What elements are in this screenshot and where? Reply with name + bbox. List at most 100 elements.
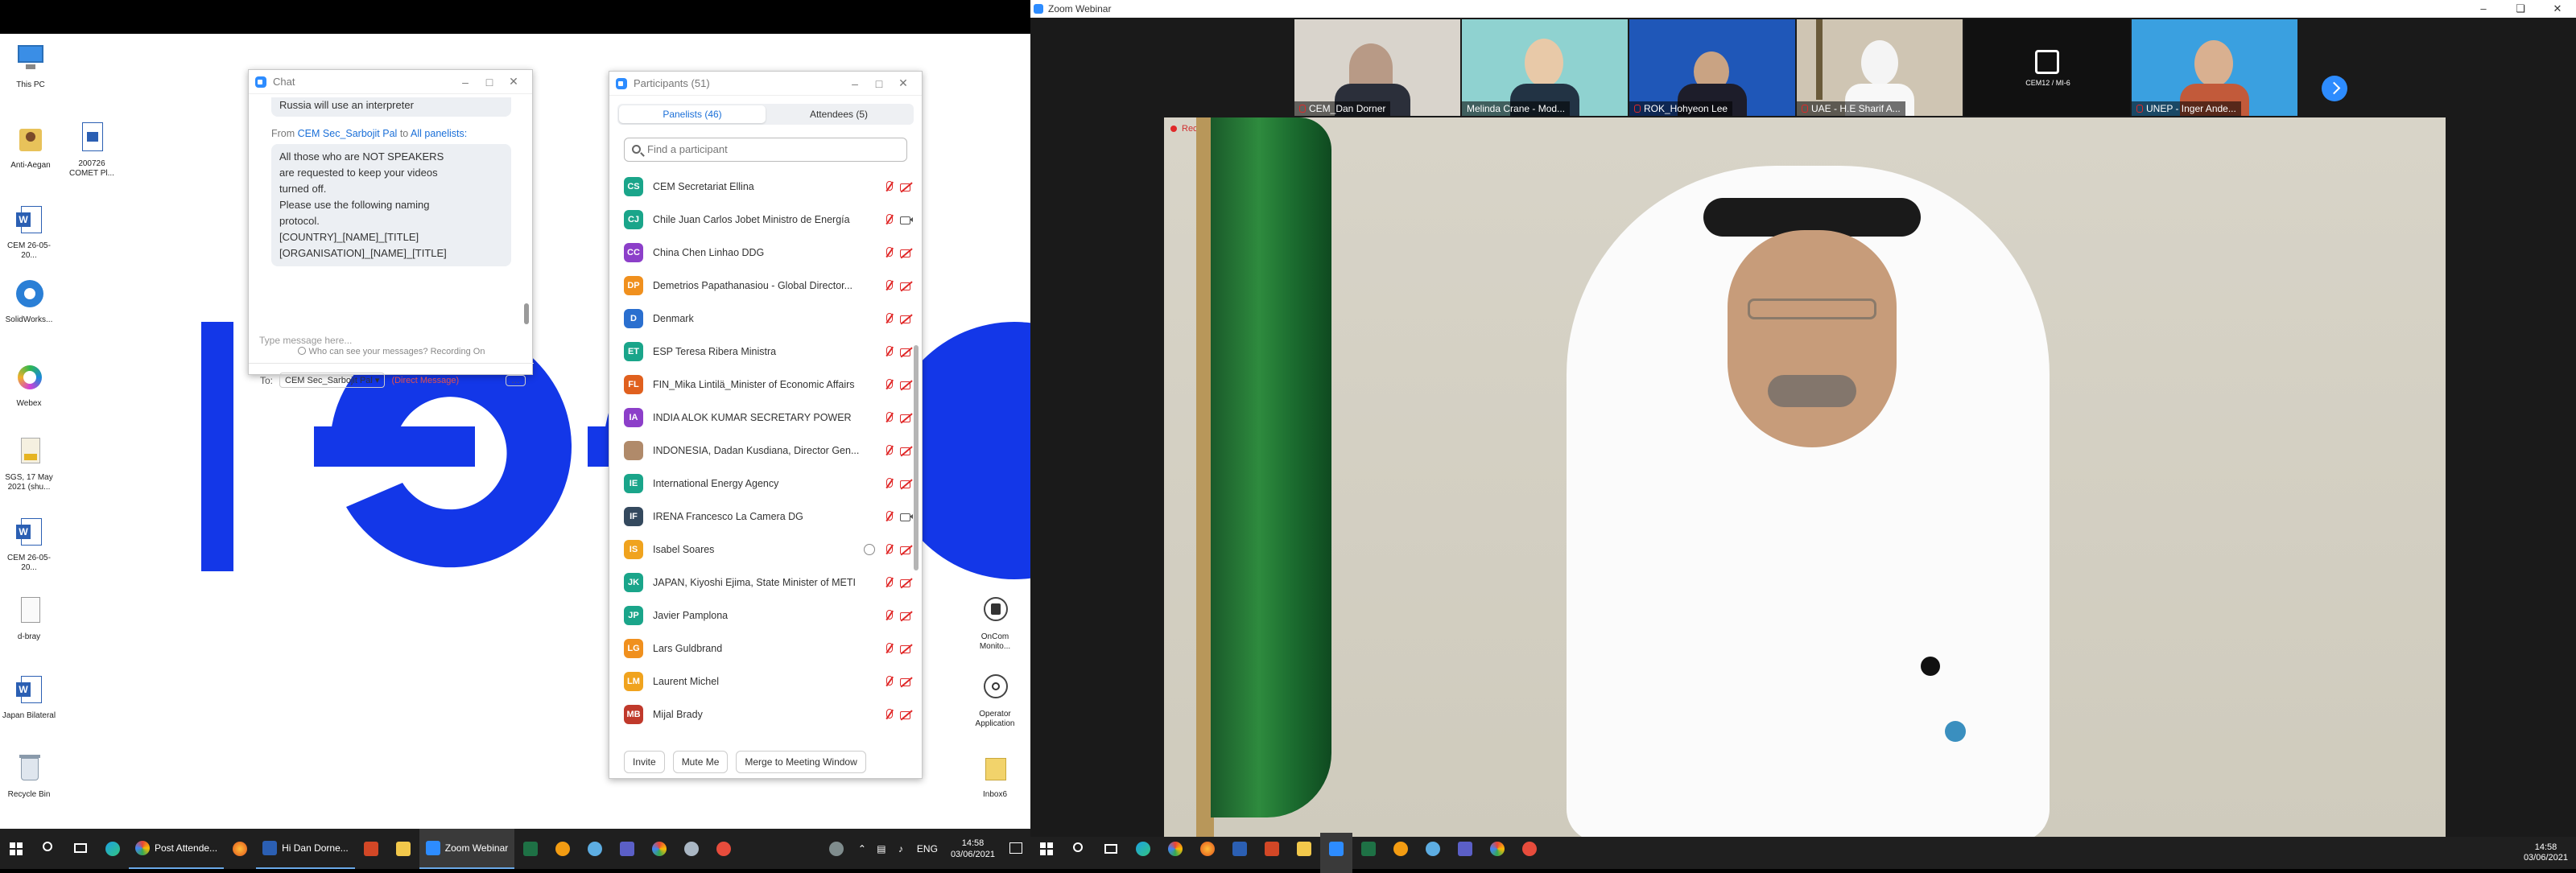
chat-message-input[interactable]: Type message here... xyxy=(259,335,352,346)
desktop-icon-cem-doc-2[interactable]: W CEM 26-05-20... xyxy=(0,515,58,573)
file-explorer-icon[interactable] xyxy=(387,829,419,869)
close-icon[interactable]: ✕ xyxy=(502,75,526,89)
video-off-icon[interactable] xyxy=(899,378,914,391)
participant-row[interactable]: CS CEM Secretariat Ellina xyxy=(624,170,914,203)
minimize-icon[interactable]: – xyxy=(2465,0,2502,18)
mic-off-icon[interactable] xyxy=(883,312,894,325)
excel-icon[interactable] xyxy=(1352,833,1385,873)
zoom-titlebar[interactable]: Zoom Webinar – ❏ ✕ xyxy=(1030,0,2576,18)
chrome-icon[interactable] xyxy=(643,829,675,869)
video-off-icon[interactable] xyxy=(899,477,914,490)
video-off-icon[interactable] xyxy=(899,444,914,457)
video-off-icon[interactable] xyxy=(899,312,914,325)
video-thumbnail[interactable]: CEM_Dan Dorner xyxy=(1294,19,1460,116)
people-icon[interactable] xyxy=(820,829,852,869)
participant-row[interactable]: INDONESIA, Dadan Kusdiana, Director Gen.… xyxy=(624,434,914,467)
search-icon[interactable] xyxy=(32,829,64,869)
chat-messages[interactable]: Russia will use an interpreter From CEM … xyxy=(249,94,522,344)
mic-off-icon[interactable] xyxy=(883,543,894,556)
tab-attendees[interactable]: Attendees (5) xyxy=(766,105,912,123)
participants-scrollbar[interactable] xyxy=(914,168,919,731)
notification-icon[interactable] xyxy=(1001,829,1030,869)
edge-icon[interactable] xyxy=(97,829,129,869)
desktop-icon-operator-application[interactable]: Operator Application xyxy=(966,671,1024,729)
snip-icon[interactable] xyxy=(675,829,708,869)
maximize-icon[interactable]: □ xyxy=(867,77,891,90)
video-off-icon[interactable] xyxy=(899,609,914,622)
mic-off-icon[interactable] xyxy=(883,213,894,226)
desktop-icon-inbox6[interactable]: Inbox6 xyxy=(966,752,1024,800)
video-off-icon[interactable] xyxy=(899,675,914,688)
desktop-icon-cem-doc-1[interactable]: W CEM 26-05-20... xyxy=(0,203,58,261)
file-explorer-icon[interactable] xyxy=(1288,833,1320,873)
taskbar-app-word[interactable]: Hi Dan Dorne... xyxy=(256,829,355,869)
zoom-icon[interactable] xyxy=(1320,833,1352,873)
mic-off-icon[interactable] xyxy=(883,576,894,589)
chrome-icon[interactable] xyxy=(1159,833,1191,873)
mic-off-icon[interactable] xyxy=(883,477,894,490)
next-page-arrow-icon[interactable] xyxy=(2322,76,2347,101)
screenshot-tool-icon[interactable] xyxy=(1513,833,1546,873)
video-off-icon[interactable] xyxy=(899,576,914,589)
participant-row[interactable]: IE International Energy Agency xyxy=(624,467,914,500)
mic-off-icon[interactable] xyxy=(883,378,894,391)
mic-off-icon[interactable] xyxy=(883,444,894,457)
video-off-icon[interactable] xyxy=(899,411,914,424)
video-thumbnail[interactable]: CEM12 / MI-6 xyxy=(1964,19,2130,116)
teams-icon[interactable] xyxy=(611,829,643,869)
desktop-icon-japan-bilateral[interactable]: W Japan Bilateral xyxy=(0,673,58,721)
taskbar-clock[interactable]: 14:58 03/06/2021 xyxy=(944,838,1001,860)
task-view-icon[interactable] xyxy=(1095,833,1127,873)
mic-off-icon[interactable] xyxy=(883,411,894,424)
invite-button[interactable]: Invite xyxy=(624,751,665,773)
chevron-up-icon[interactable]: ⌃ xyxy=(852,843,872,854)
video-off-icon[interactable] xyxy=(899,642,914,655)
participant-list[interactable]: CS CEM Secretariat Ellina CJ Chile Juan Car… xyxy=(624,170,914,733)
participant-row[interactable]: JK JAPAN, Kiyoshi Ejima, State Minister o… xyxy=(624,566,914,599)
minimize-icon[interactable]: – xyxy=(453,76,477,89)
mic-off-icon[interactable] xyxy=(883,675,894,688)
video-thumbnail[interactable]: Melinda Crane - Mod... xyxy=(1462,19,1628,116)
desktop-icon-solidworks[interactable]: SolidWorks... xyxy=(0,277,58,325)
desktop-icon-anti-aegan[interactable]: Anti-Aegan xyxy=(2,122,60,171)
scroll-thumb[interactable] xyxy=(914,345,919,570)
language-indicator[interactable]: ENG xyxy=(910,843,944,854)
task-view-icon[interactable] xyxy=(64,829,97,869)
desktop-icon-sgs[interactable]: SGS, 17 May 2021 (shu... xyxy=(0,434,58,492)
mic-off-icon[interactable] xyxy=(883,345,894,358)
app-orange-icon[interactable] xyxy=(547,829,579,869)
powerpoint-icon[interactable] xyxy=(1256,833,1288,873)
start-button[interactable] xyxy=(0,829,32,869)
chat-recipient-link[interactable]: All panelists: xyxy=(411,128,467,139)
active-speaker-video[interactable]: Recording... xyxy=(1164,117,2446,837)
close-icon[interactable]: ✕ xyxy=(2539,0,2576,18)
participants-window[interactable]: Participants (51) – □ ✕ Panelists (46) A… xyxy=(609,71,923,779)
excel-icon[interactable] xyxy=(514,829,547,869)
settings-icon[interactable] xyxy=(579,829,611,869)
app-orange-icon[interactable] xyxy=(1385,833,1417,873)
participant-search-input[interactable]: Find a participant xyxy=(624,138,907,162)
volume-icon[interactable]: ♪ xyxy=(891,843,910,854)
mic-off-icon[interactable] xyxy=(883,708,894,721)
video-thumbnail[interactable]: ROK_Hohyeon Lee xyxy=(1629,19,1795,116)
scroll-thumb[interactable] xyxy=(524,303,529,324)
firefox-icon[interactable] xyxy=(224,829,256,869)
video-off-icon[interactable] xyxy=(899,279,914,292)
participant-row[interactable]: JP Javier Pamplona xyxy=(624,599,914,632)
video-off-icon[interactable] xyxy=(899,345,914,358)
chat-privacy-note[interactable]: Who can see your messages? Recording On xyxy=(249,347,534,356)
desktop-icon-d-bray[interactable]: d-bray xyxy=(0,594,58,642)
screenshot-tool-icon[interactable] xyxy=(708,829,740,869)
more-icon[interactable]: … xyxy=(506,374,526,386)
participant-row[interactable]: ET ESP Teresa Ribera Ministra xyxy=(624,335,914,368)
chat-recipient-dropdown[interactable]: CEM Sec_Sarbojit Pal ▾ xyxy=(279,373,386,388)
powerpoint-icon[interactable] xyxy=(355,829,387,869)
participants-titlebar[interactable]: Participants (51) – □ ✕ xyxy=(609,72,922,96)
video-thumbnail[interactable]: UNEP - Inger Ande... xyxy=(2132,19,2297,116)
participant-row[interactable]: D Denmark xyxy=(624,302,914,335)
mic-off-icon[interactable] xyxy=(883,279,894,292)
maximize-icon[interactable]: ❏ xyxy=(2502,0,2539,18)
teams-icon[interactable] xyxy=(1449,833,1481,873)
video-off-icon[interactable] xyxy=(899,246,914,259)
participant-row[interactable]: IF IRENA Francesco La Camera DG xyxy=(624,500,914,533)
